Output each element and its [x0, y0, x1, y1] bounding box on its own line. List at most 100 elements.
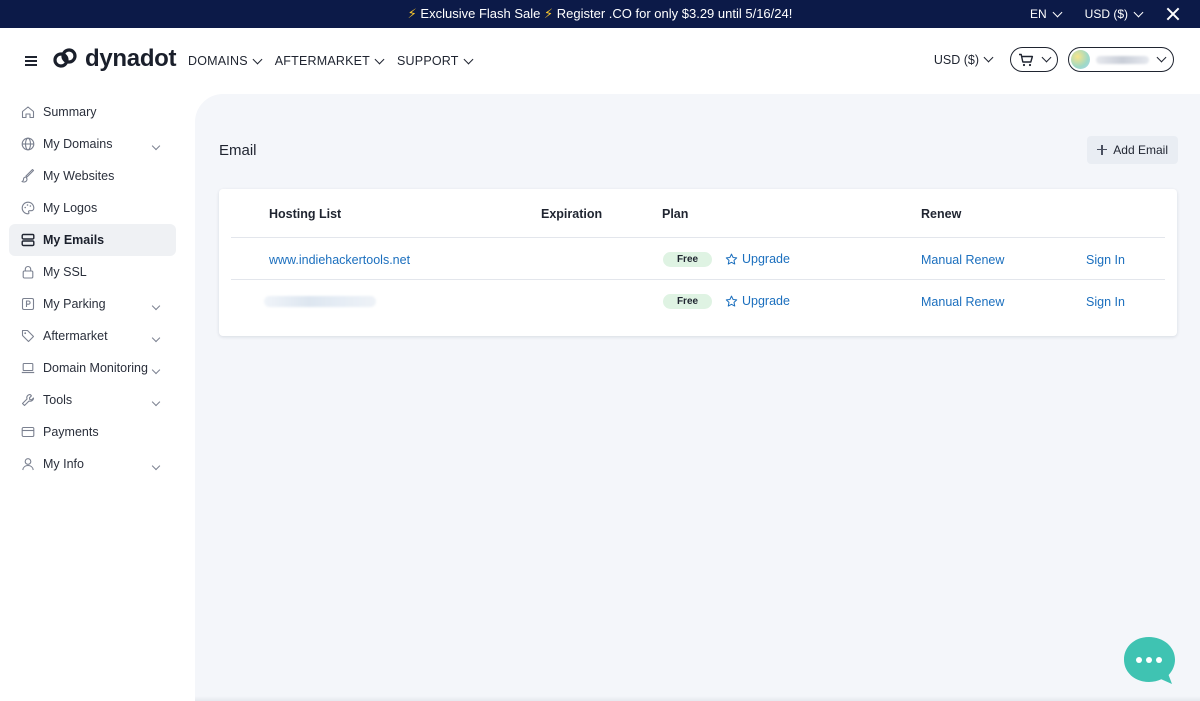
sidebar-item-my-websites[interactable]: My Websites: [9, 160, 176, 192]
live-chat-button[interactable]: [1123, 636, 1176, 686]
chevron-down-icon: [1156, 52, 1167, 62]
nav-domains-label: DOMAINS: [188, 54, 248, 68]
chevron-down-icon: [150, 330, 161, 344]
sidebar-item-label: My Info: [43, 457, 84, 471]
sidebar-item-my-parking[interactable]: My Parking: [9, 288, 176, 320]
sidebar-item-aftermarket[interactable]: Aftermarket: [9, 320, 176, 352]
hosting-domain-link[interactable]: www.indiehackertools.net: [269, 253, 410, 267]
sidebar-item-my-ssl[interactable]: My SSL: [9, 256, 176, 288]
sign-in-link[interactable]: Sign In: [1086, 295, 1125, 309]
manual-renew-link[interactable]: Manual Renew: [921, 253, 1004, 267]
language-selector[interactable]: EN: [1029, 7, 1063, 21]
chevron-down-icon: [150, 458, 161, 472]
plan-badge: Free: [663, 294, 712, 309]
sidebar-item-tools[interactable]: Tools: [9, 384, 176, 416]
home-icon: [21, 105, 35, 119]
sidebar-item-label: My Logos: [43, 201, 98, 215]
logo-text: dynadot: [85, 45, 177, 72]
chevron-down-icon: [1041, 52, 1052, 62]
page-title: Email: [219, 142, 257, 159]
promo-text-part1: Exclusive Flash Sale: [420, 6, 541, 21]
redacted-username: [1096, 55, 1149, 64]
currency-label: USD ($): [933, 52, 979, 67]
lock-icon: [21, 265, 35, 279]
add-email-button[interactable]: Add Email: [1087, 136, 1178, 164]
chevron-down-icon: [374, 54, 385, 64]
row-divider: [231, 237, 1165, 238]
menu-icon[interactable]: [25, 56, 37, 66]
promo-text-part2: Register .CO for only $3.29 until 5/16/2…: [556, 6, 793, 21]
banner-currency-label: USD ($): [1084, 7, 1128, 21]
sidebar-item-domain-monitoring[interactable]: Domain Monitoring: [9, 352, 176, 384]
plan-badge: Free: [663, 252, 712, 267]
bottom-edge: [195, 696, 1200, 701]
cart-icon: [1019, 53, 1034, 66]
palette-icon: [21, 201, 35, 215]
sidebar-item-label: My Emails: [43, 233, 105, 247]
account-button[interactable]: [1068, 47, 1174, 72]
nav-aftermarket-label: AFTERMARKET: [274, 54, 371, 68]
sidebar-item-summary[interactable]: Summary: [9, 96, 176, 128]
sidebar-item-label: My SSL: [43, 265, 87, 279]
sidebar-item-my-logos[interactable]: My Logos: [9, 192, 176, 224]
top-header: dynadot DOMAINS AFTERMARKET SUPPORT USD …: [0, 28, 1200, 94]
sidebar-item-label: Tools: [43, 393, 73, 407]
main-nav: DOMAINS AFTERMARKET SUPPORT: [188, 28, 474, 94]
sidebar-item-payments[interactable]: Payments: [9, 416, 176, 448]
card-icon: [21, 425, 35, 439]
banner-currency-selector[interactable]: USD ($): [1084, 7, 1144, 21]
upgrade-label: Upgrade: [742, 294, 790, 308]
nav-aftermarket[interactable]: AFTERMARKET: [274, 54, 385, 68]
chevron-down-icon: [252, 54, 263, 64]
logo[interactable]: dynadot: [51, 45, 177, 73]
sign-in-link[interactable]: Sign In: [1086, 253, 1125, 267]
header-renew: Renew: [921, 207, 962, 221]
sidebar-item-label: My Domains: [43, 137, 113, 151]
row-divider: [231, 279, 1165, 280]
add-email-label: Add Email: [1113, 143, 1168, 157]
main-content: Email Add Email Hosting List Expiration …: [195, 94, 1200, 701]
star-icon: [725, 295, 738, 307]
user-icon: [21, 457, 35, 471]
sidebar: Summary My Domains My Websites My Logos …: [0, 94, 195, 701]
nav-domains[interactable]: DOMAINS: [188, 54, 263, 68]
sidebar-item-label: Aftermarket: [43, 329, 108, 343]
tag-icon: [21, 329, 35, 343]
close-icon[interactable]: [1166, 7, 1180, 21]
chat-icon: [1124, 637, 1175, 684]
chevron-down-icon: [150, 394, 161, 408]
header-hosting-list: Hosting List: [269, 207, 342, 221]
header-expiration: Expiration: [541, 207, 603, 221]
sidebar-item-my-emails[interactable]: My Emails: [9, 224, 176, 256]
chevron-down-icon: [463, 54, 474, 64]
redacted-domain: [264, 296, 376, 307]
manual-renew-link[interactable]: Manual Renew: [921, 295, 1004, 309]
wrench-icon: [21, 393, 35, 407]
sidebar-item-label: Domain Monitoring: [43, 361, 148, 375]
server-icon: [21, 233, 35, 247]
parking-icon: [21, 297, 35, 311]
chevron-down-icon: [150, 362, 161, 376]
currency-selector[interactable]: USD ($): [933, 52, 994, 67]
lightning-icon: ⚡: [407, 6, 417, 21]
sidebar-item-my-info[interactable]: My Info: [9, 448, 176, 480]
lightning-icon: ⚡: [544, 6, 554, 21]
upgrade-link[interactable]: Upgrade: [725, 252, 790, 266]
promo-message[interactable]: ⚡ Exclusive Flash Sale ⚡ Register .CO fo…: [0, 0, 1200, 28]
header-plan: Plan: [662, 207, 689, 221]
nav-support[interactable]: SUPPORT: [397, 54, 474, 68]
nav-support-label: SUPPORT: [397, 54, 459, 68]
avatar: [1071, 50, 1090, 69]
star-icon: [725, 253, 738, 265]
chevron-down-icon: [1133, 7, 1144, 17]
chevron-down-icon: [983, 52, 994, 63]
sidebar-item-label: Payments: [43, 425, 99, 439]
upgrade-link[interactable]: Upgrade: [725, 294, 790, 308]
cart-button[interactable]: [1010, 47, 1058, 72]
laptop-icon: [21, 361, 35, 375]
sidebar-item-my-domains[interactable]: My Domains: [9, 128, 176, 160]
sidebar-item-label: My Websites: [43, 169, 115, 183]
language-label: EN: [1029, 7, 1047, 21]
promo-banner: ⚡ Exclusive Flash Sale ⚡ Register .CO fo…: [0, 0, 1200, 28]
upgrade-label: Upgrade: [742, 252, 790, 266]
